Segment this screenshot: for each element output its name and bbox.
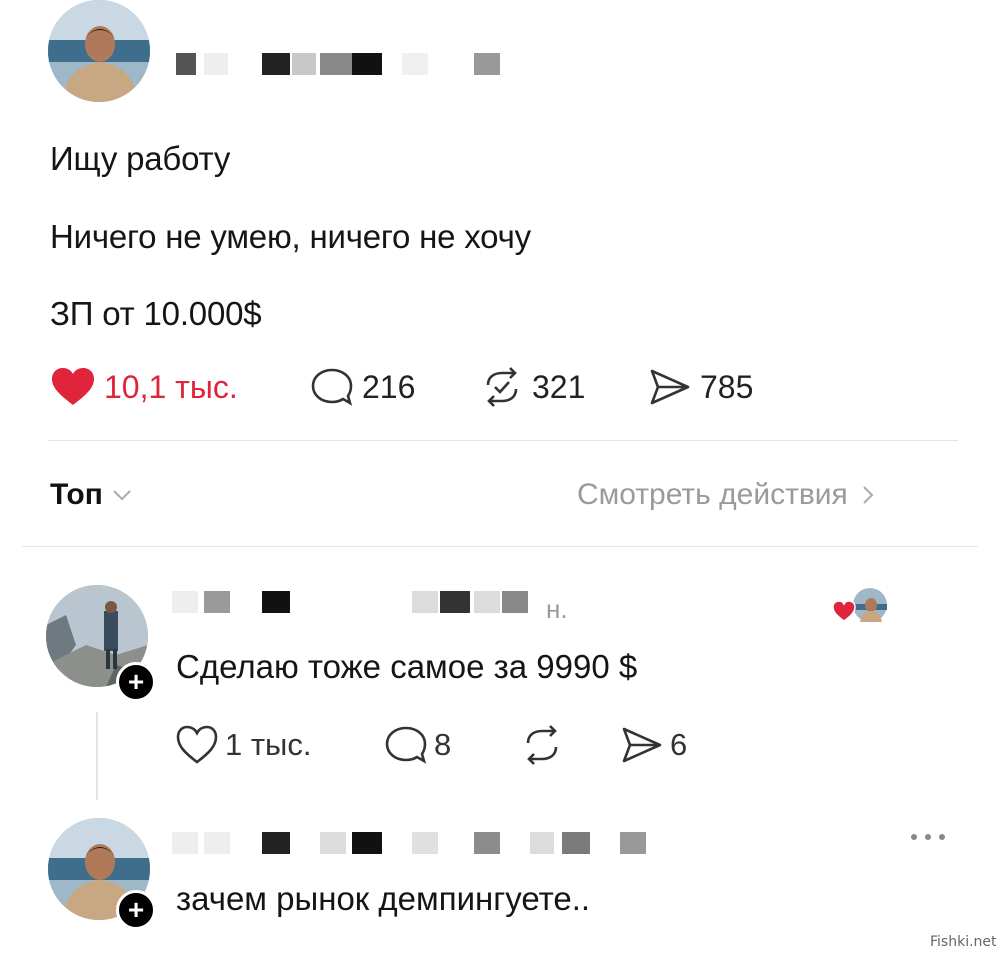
more-icon[interactable]: [904, 830, 952, 844]
post-line-1: Ищу работу: [50, 140, 231, 177]
comment-like-button[interactable]: 1 тыс.: [175, 725, 311, 765]
likes-count: 10,1 тыс.: [104, 368, 238, 405]
sort-dropdown[interactable]: Топ: [50, 478, 135, 512]
heart-icon: [832, 600, 856, 622]
share-button[interactable]: 785: [648, 367, 753, 407]
plus-icon: +: [127, 666, 145, 697]
watermark: Fishki.net: [930, 934, 997, 950]
follow-button[interactable]: +: [116, 662, 156, 702]
comment-replies-count: 8: [434, 727, 452, 762]
repost-button[interactable]: 321: [480, 367, 585, 407]
share-icon: [650, 369, 690, 405]
heart-icon: [52, 368, 94, 405]
follow-button[interactable]: +: [116, 890, 156, 930]
comment-button[interactable]: 216: [310, 367, 415, 407]
like-button[interactable]: 10,1 тыс.: [50, 367, 238, 407]
comment-bubble-icon: [385, 726, 427, 764]
chevron-right-icon: [863, 486, 874, 504]
sort-label: Топ: [50, 478, 103, 511]
comment-likes-count: 1 тыс.: [225, 727, 312, 762]
shares-count: 785: [700, 368, 754, 405]
author-liked-badge: [832, 587, 890, 627]
heart-icon: [176, 725, 218, 764]
divider: [22, 546, 978, 547]
comment-shares-count: 6: [670, 727, 688, 762]
comment-text: Сделаю тоже самое за 9990 $: [176, 648, 638, 685]
comment-reply-button[interactable]: 8: [384, 725, 451, 765]
repost-icon: [486, 367, 518, 407]
divider: [48, 440, 958, 441]
chevron-down-icon: [113, 490, 131, 501]
comment-bubble-icon: [311, 368, 353, 406]
comment-repost-button[interactable]: [520, 725, 570, 765]
author-avatar[interactable]: [48, 0, 150, 102]
plus-icon: +: [127, 894, 145, 925]
comments-count: 216: [362, 368, 416, 405]
post-line-2: Ничего не умею, ничего не хочу: [50, 218, 531, 255]
post-line-3: ЗП от 10.000$: [50, 295, 262, 332]
view-activity-label: Смотреть действия: [577, 478, 848, 511]
share-icon: [622, 727, 662, 763]
thread-line: [96, 712, 98, 800]
repost-icon: [526, 725, 558, 765]
comment-time: н.: [546, 594, 568, 624]
comment-text: зачем рынок демпингуете..: [176, 880, 591, 917]
reposts-count: 321: [532, 368, 586, 405]
view-activity-link[interactable]: Смотреть действия: [577, 478, 878, 512]
comment-share-button[interactable]: 6: [620, 725, 687, 765]
